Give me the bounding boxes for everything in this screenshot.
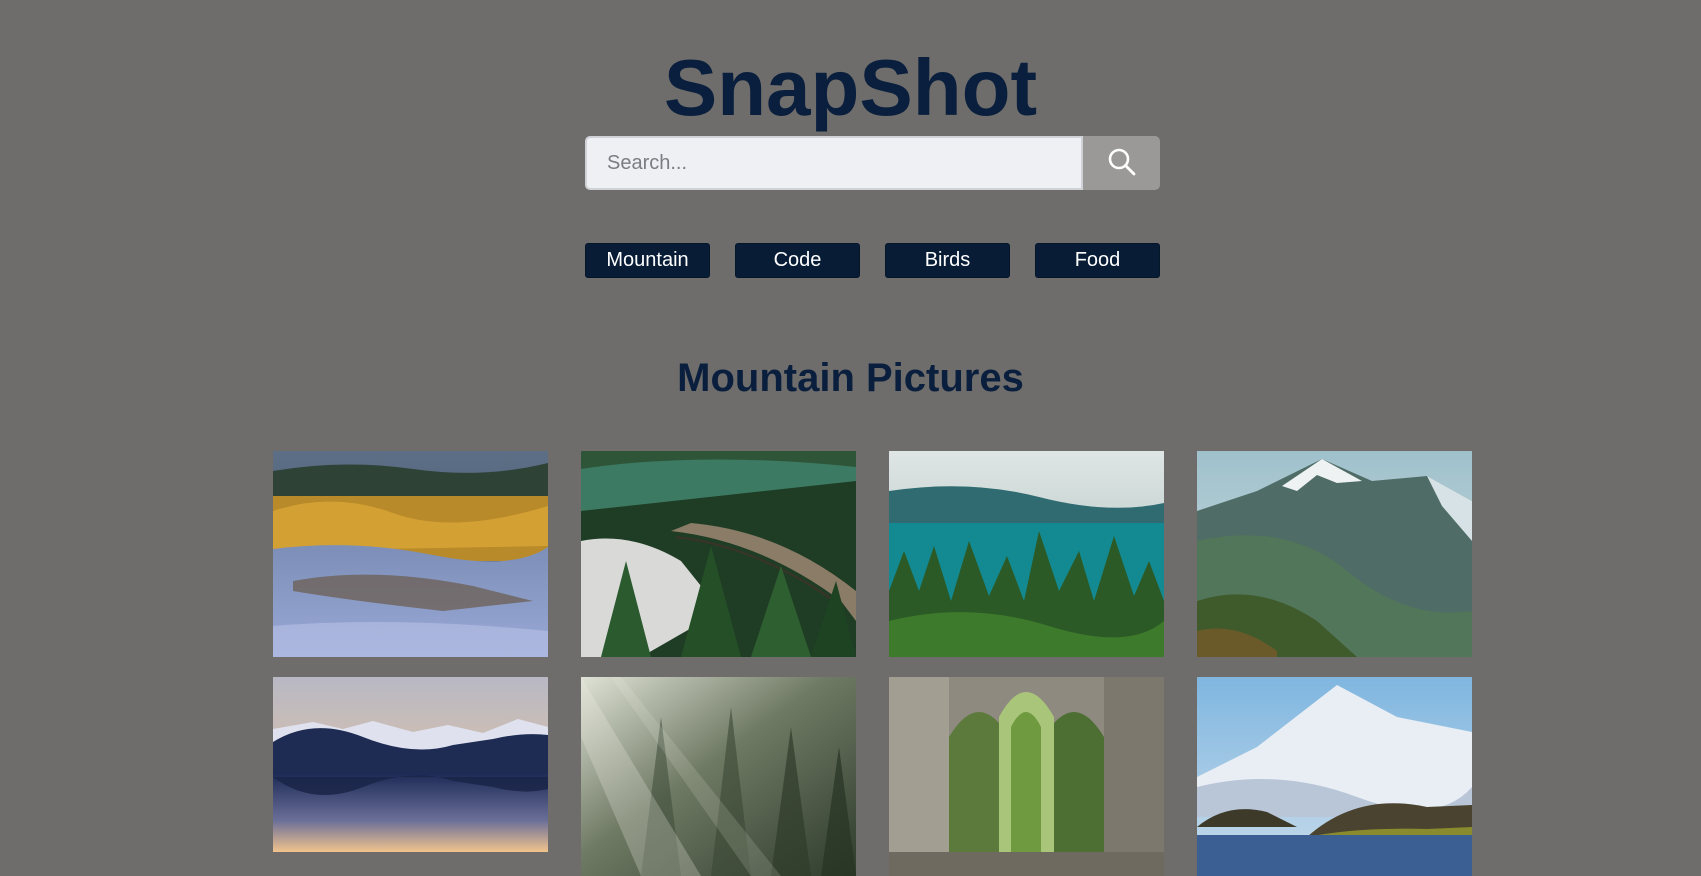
category-nav: Mountain Code Birds Food <box>585 243 1160 278</box>
category-food-button[interactable]: Food <box>1035 243 1160 278</box>
section-title: Mountain Pictures <box>677 356 1024 400</box>
green-mountain-snowcap-photo[interactable] <box>1197 451 1472 657</box>
mountain-lake-reflection-photo[interactable] <box>273 677 548 852</box>
category-birds-button[interactable]: Birds <box>885 243 1010 278</box>
autumn-lake-marsh-photo[interactable] <box>273 451 548 657</box>
category-code-button[interactable]: Code <box>735 243 860 278</box>
misty-forest-sunrays-photo[interactable] <box>581 677 856 876</box>
search-input[interactable] <box>585 136 1083 190</box>
turquoise-lake-pines-photo[interactable] <box>889 451 1164 657</box>
app-title: SnapShot <box>663 43 1038 132</box>
search-form <box>585 136 1160 190</box>
snowy-volcano-lake-photo[interactable] <box>1197 677 1472 876</box>
search-button[interactable] <box>1083 136 1160 190</box>
gothic-ruin-window-photo[interactable] <box>889 677 1164 876</box>
search-icon <box>1107 147 1137 180</box>
app-root: SnapShot Mountain Code Birds Food Mounta… <box>0 0 1701 876</box>
category-mountain-button[interactable]: Mountain <box>585 243 710 278</box>
railway-forest-photo[interactable] <box>581 451 856 657</box>
